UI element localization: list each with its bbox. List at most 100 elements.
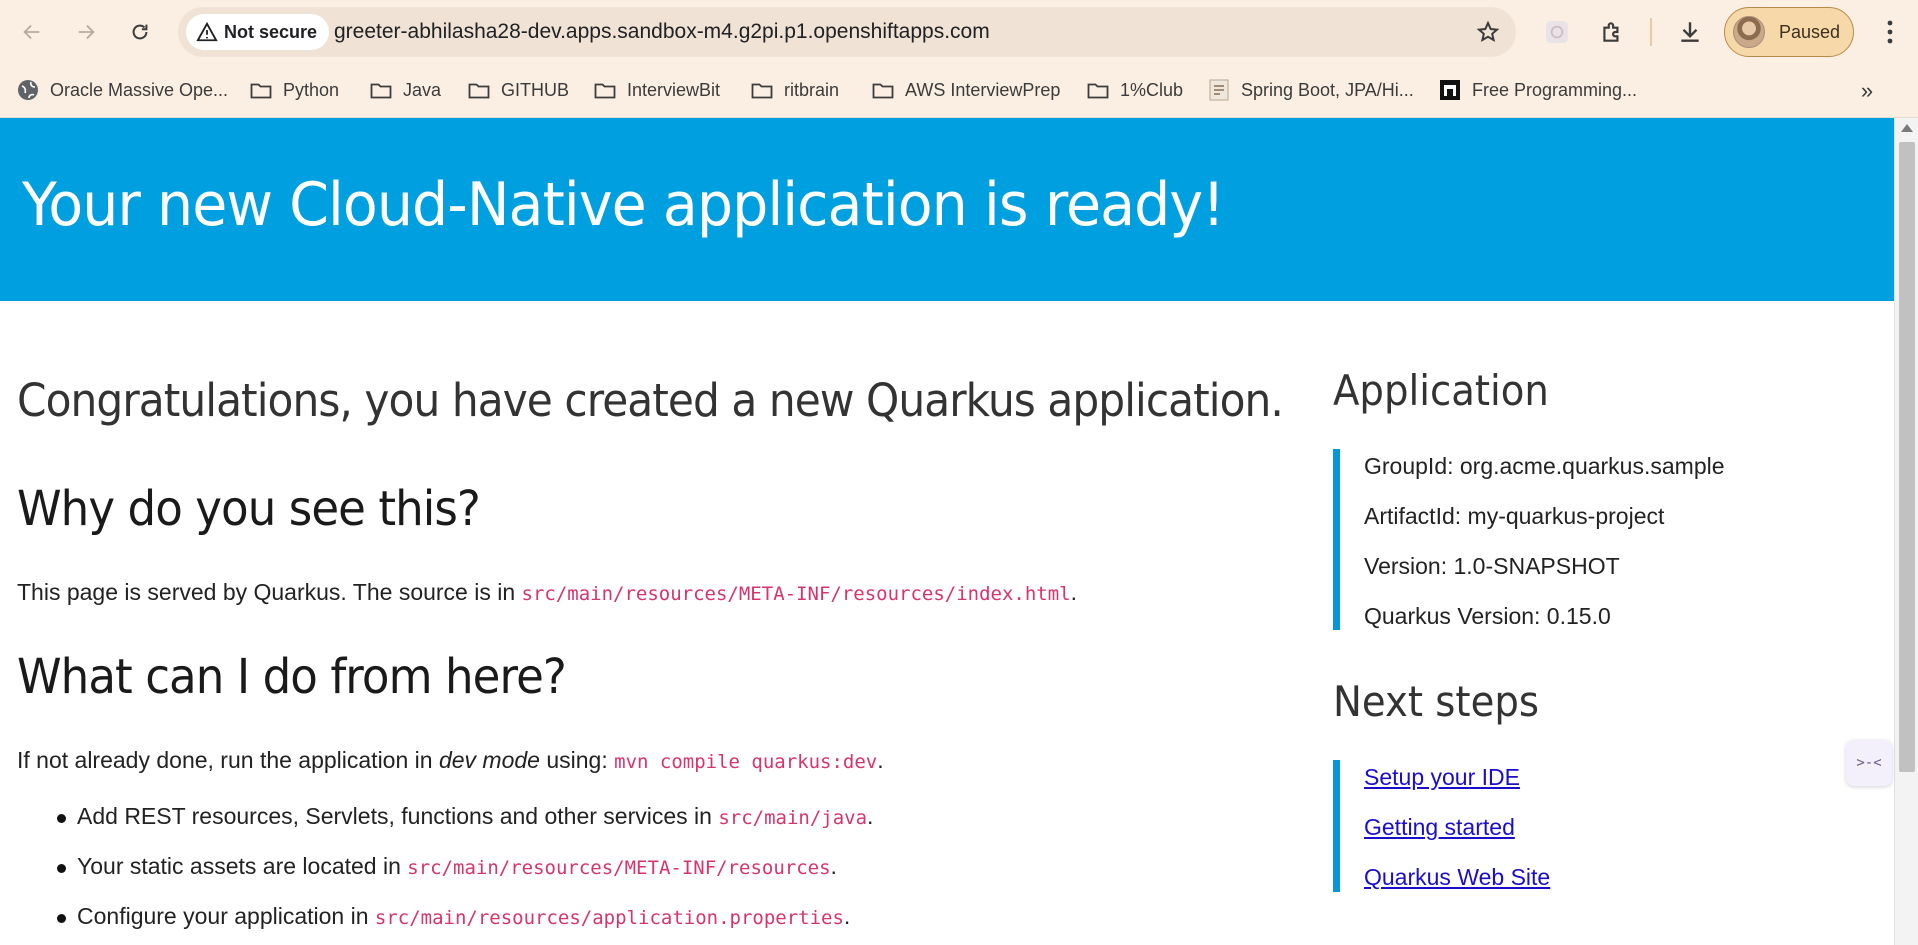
- what-paragraph: If not already done, run the application…: [17, 747, 884, 774]
- artifact-id: ArtifactId: my-quarkus-project: [1364, 503, 1665, 529]
- list-item-text: Configure your application in: [77, 903, 375, 929]
- warning-icon: [196, 21, 218, 42]
- bookmark-label: Python: [283, 79, 340, 100]
- bookmark-free-programming[interactable]: Free Programming...: [1438, 74, 1637, 106]
- why-text-suffix: .: [1070, 579, 1077, 605]
- folder-icon: [468, 83, 490, 99]
- site-favicon-icon: [1440, 80, 1460, 100]
- profile-status: Paused: [1779, 21, 1841, 42]
- bookmark-label: Oracle Massive Ope...: [50, 79, 229, 100]
- scroll-up-arrow-icon[interactable]: [1901, 124, 1913, 132]
- version: Version: 1.0-SNAPSHOT: [1364, 553, 1620, 579]
- setup-ide-link[interactable]: Setup your IDE: [1364, 764, 1520, 790]
- what-text-suffix: .: [877, 747, 884, 773]
- download-icon: [1681, 22, 1699, 42]
- bookmark-java[interactable]: Java: [369, 74, 441, 106]
- bookmarks-overflow-button[interactable]: »: [1852, 76, 1882, 106]
- source-path-code: src/main/resources/META-INF/resources/in…: [521, 583, 1071, 605]
- extension-app-icon: [1546, 21, 1568, 43]
- why-paragraph: This page is served by Quarkus. The sour…: [17, 579, 1077, 606]
- bookmarks-bar: Oracle Massive Ope... Python Java GITHUB…: [0, 64, 1918, 118]
- what-heading: What can I do from here?: [17, 649, 567, 705]
- extensions-button[interactable]: [1594, 14, 1630, 50]
- list-item-suffix: .: [830, 853, 837, 879]
- quarkus-version: Quarkus Version: 0.15.0: [1364, 603, 1611, 629]
- scrollbar-thumb[interactable]: [1899, 142, 1915, 772]
- group-id: GroupId: org.acme.quarkus.sample: [1364, 453, 1725, 479]
- bookmark-label: Free Programming...: [1472, 79, 1638, 100]
- list-item: Your static assets are located in src/ma…: [57, 853, 837, 880]
- list-item: Configure your application in src/main/r…: [56, 903, 851, 930]
- floating-widget-button[interactable]: >-<: [1846, 740, 1892, 786]
- collapse-arrows-icon: >-<: [1856, 755, 1882, 771]
- list-item: Getting started: [1364, 814, 1515, 841]
- quarkus-website-link[interactable]: Quarkus Web Site: [1364, 864, 1550, 890]
- forward-button[interactable]: [66, 12, 106, 52]
- folder-icon: [872, 83, 894, 99]
- bookmark-label: InterviewBit: [627, 79, 721, 100]
- bookmark-ritbrain[interactable]: ritbrain: [750, 74, 839, 106]
- bookmark-oracle[interactable]: Oracle Massive Ope...: [16, 74, 228, 106]
- hero-banner: Your new Cloud-Native application is rea…: [0, 118, 1894, 301]
- folder-icon: [751, 83, 773, 99]
- bookmark-spring-boot[interactable]: Spring Boot, JPA/Hi...: [1207, 74, 1414, 106]
- browser-menu-button[interactable]: [1872, 14, 1908, 50]
- bookmark-label: ritbrain: [784, 79, 840, 100]
- avatar: [1733, 16, 1765, 48]
- browser-toolbar: Not secure greeter-abhilasha28-dev.apps.…: [0, 0, 1918, 64]
- list-item-text: Add REST resources, Servlets, functions …: [77, 803, 719, 829]
- security-chip[interactable]: Not secure: [186, 14, 330, 50]
- reload-button[interactable]: [120, 12, 160, 52]
- site-favicon-icon: [1209, 79, 1229, 101]
- back-button[interactable]: [12, 12, 52, 52]
- application-info-list: GroupId: org.acme.quarkus.sample Artifac…: [1333, 449, 1853, 630]
- arrow-right-icon: [78, 24, 95, 40]
- bookmark-github[interactable]: GITHUB: [467, 74, 569, 106]
- bookmark-aws-interviewprep[interactable]: AWS InterviewPrep: [871, 74, 1060, 106]
- bookmark-label: Java: [403, 79, 442, 100]
- bookmark-label: GITHUB: [501, 79, 570, 100]
- dev-mode-emphasis: dev mode: [438, 747, 540, 773]
- reload-icon: [132, 24, 148, 40]
- list-item: Add REST resources, Servlets, functions …: [56, 803, 874, 830]
- next-steps-list: Setup your IDE Getting started Quarkus W…: [1333, 760, 1853, 892]
- bookmark-python[interactable]: Python: [249, 74, 339, 106]
- application-heading: Application: [1333, 366, 1549, 415]
- list-item-text: Your static assets are located in: [77, 853, 408, 879]
- list-item-suffix: .: [867, 803, 874, 829]
- security-label: Not secure: [224, 21, 318, 42]
- bookmark-interviewbit[interactable]: InterviewBit: [593, 74, 720, 106]
- what-text-mid: using:: [539, 747, 615, 773]
- banner-title: Your new Cloud-Native application is rea…: [22, 170, 1225, 240]
- folder-icon: [370, 83, 392, 99]
- folder-icon: [1087, 83, 1109, 99]
- getting-started-link[interactable]: Getting started: [1364, 814, 1515, 840]
- list-item: Quarkus Web Site: [1364, 864, 1550, 891]
- next-steps-heading: Next steps: [1333, 677, 1540, 726]
- puzzle-icon: [1603, 22, 1619, 42]
- bookmark-star-button[interactable]: [1474, 18, 1502, 46]
- profile-button[interactable]: Paused: [1724, 7, 1854, 57]
- kebab-menu-icon: [1887, 20, 1893, 44]
- star-icon: [1476, 20, 1500, 42]
- what-text: If not already done, run the application…: [17, 747, 439, 773]
- bookmark-1club[interactable]: 1%Club: [1086, 74, 1183, 106]
- bookmark-label: Spring Boot, JPA/Hi...: [1241, 79, 1414, 100]
- downloads-button[interactable]: [1672, 14, 1708, 50]
- list-item-code: src/main/resources/META-INF/resources: [407, 857, 831, 879]
- page-scrollbar[interactable]: [1894, 118, 1918, 945]
- folder-icon: [594, 83, 616, 99]
- why-text: This page is served by Quarkus. The sour…: [17, 579, 522, 605]
- dev-command-code: mvn compile quarkus:dev: [614, 751, 878, 773]
- url-text[interactable]: greeter-abhilasha28-dev.apps.sandbox-m4.…: [334, 20, 990, 44]
- list-item-suffix: .: [843, 903, 851, 929]
- globe-icon: [18, 80, 38, 100]
- lead-heading: Congratulations, you have created a new …: [17, 374, 1284, 427]
- list-item-code: src/main/resources/application.propertie…: [374, 907, 844, 929]
- arrow-left-icon: [23, 24, 40, 40]
- page-viewport: Your new Cloud-Native application is rea…: [0, 118, 1894, 945]
- extension-button[interactable]: [1539, 14, 1575, 50]
- toolbar-divider: [1650, 18, 1652, 46]
- address-bar[interactable]: Not secure greeter-abhilasha28-dev.apps.…: [178, 7, 1516, 57]
- why-heading: Why do you see this?: [17, 481, 481, 537]
